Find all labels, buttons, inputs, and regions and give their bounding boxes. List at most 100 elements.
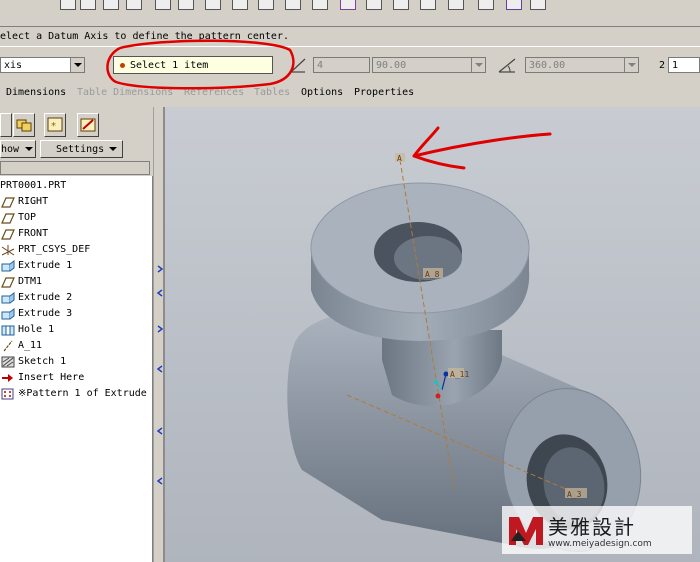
toolbar-icon[interactable] — [60, 0, 76, 10]
csys-x-point — [434, 380, 438, 384]
extrude-icon — [1, 260, 15, 272]
tab-dimensions[interactable]: Dimensions — [6, 87, 66, 98]
second-direction-count[interactable]: 1 — [668, 57, 700, 73]
graphics-viewport[interactable]: A A_8 A_11 A_3 — [163, 107, 700, 562]
pattern-icon — [1, 388, 14, 400]
show-menu-button[interactable]: how — [0, 140, 36, 158]
extrude-icon — [1, 292, 15, 304]
tree-item-label: PRT_CSYS_DEF — [18, 244, 91, 255]
chevron-left-icon — [156, 289, 163, 297]
extent-angle-select[interactable]: 360.00 — [525, 57, 639, 73]
toolbar-icon[interactable] — [155, 0, 171, 10]
watermark-title: 美雅設計 — [548, 515, 636, 539]
tab-properties[interactable]: Properties — [354, 87, 414, 98]
chevron-right-icon — [157, 325, 164, 333]
annotation-circle — [106, 39, 295, 90]
annotation-arrow — [412, 126, 552, 170]
toolbar-icon[interactable] — [340, 0, 356, 10]
tree-item-top[interactable]: TOP — [0, 210, 152, 226]
chevron-left-icon — [156, 477, 163, 485]
navigator-tab-model-tree[interactable] — [0, 113, 12, 137]
csys-icon — [1, 245, 15, 256]
axis-label-a11: A_11 — [450, 370, 469, 379]
toolbar-icon[interactable] — [103, 0, 119, 10]
extrude-icon — [1, 308, 15, 320]
first-count-value: 4 — [317, 60, 324, 71]
tab-options[interactable]: Options — [301, 87, 343, 98]
chevron-left-icon — [156, 365, 163, 373]
datum-plane-icon — [1, 277, 15, 288]
tree-item-right[interactable]: RIGHT — [0, 194, 152, 210]
angle-increment-value: 90.00 — [376, 60, 407, 71]
second-direction-label: 2 — [659, 60, 666, 71]
main-toolbar — [0, 0, 700, 27]
toolbar-icon[interactable] — [420, 0, 436, 10]
toolbar-icon[interactable] — [478, 0, 494, 10]
show-menu-label: how — [1, 144, 20, 155]
toolbar-icon[interactable] — [530, 0, 546, 10]
chevron-down-icon[interactable] — [70, 58, 84, 72]
watermark-url: www.meiyadesign.com — [548, 539, 652, 549]
tree-item-extrude-2[interactable]: Extrude 2 — [0, 290, 152, 306]
datum-axis-icon — [3, 340, 13, 352]
tree-item-label: ※Pattern 1 of Extrude — [18, 388, 147, 399]
folder-icon — [16, 119, 32, 132]
toolbar-icon[interactable] — [232, 0, 248, 10]
tree-item-pattern-1[interactable]: ※Pattern 1 of Extrude — [0, 386, 152, 402]
settings-menu-button[interactable]: Settings — [40, 140, 123, 158]
tree-item-sketch-1[interactable]: Sketch 1 — [0, 354, 152, 370]
navigator-tab-connections[interactable] — [77, 113, 99, 137]
chevron-down-icon[interactable] — [471, 58, 485, 72]
hole-icon — [1, 325, 15, 336]
tree-item-label: TOP — [18, 212, 37, 223]
3d-model[interactable]: A A_8 A_11 A_3 — [165, 107, 700, 562]
tree-item-front[interactable]: FRONT — [0, 226, 152, 242]
tree-item-extrude-3[interactable]: Extrude 3 — [0, 306, 152, 322]
tree-item-label: Extrude 2 — [18, 292, 73, 303]
toolbar-icon[interactable] — [506, 0, 522, 10]
datum-plane-icon — [1, 229, 15, 240]
tree-item-label: Sketch 1 — [18, 356, 67, 367]
tree-item-label: RIGHT — [18, 196, 49, 207]
chevron-down-icon — [109, 147, 117, 151]
tree-item-a11[interactable]: A_11 — [0, 338, 152, 354]
toolbar-icon[interactable] — [205, 0, 221, 10]
tree-item-label: DTM1 — [18, 276, 43, 287]
toolbar-icon[interactable] — [258, 0, 274, 10]
navigator-tab-folder[interactable] — [13, 113, 35, 137]
tree-item-label: Insert Here — [18, 372, 85, 383]
tree-item-extrude-1[interactable]: Extrude 1 — [0, 258, 152, 274]
angle-increment-select[interactable]: 90.00 — [372, 57, 486, 73]
chevron-down-icon — [25, 147, 33, 151]
tree-item-dtm1[interactable]: DTM1 — [0, 274, 152, 290]
datum-plane-icon — [1, 213, 15, 224]
navigator-tab-favorites[interactable]: * — [44, 113, 66, 137]
toolbar-icon[interactable] — [312, 0, 328, 10]
tree-item-insert-here[interactable]: Insert Here — [0, 370, 152, 386]
extent-angle-icon — [498, 58, 516, 73]
chevron-down-icon[interactable] — [624, 58, 638, 72]
toolbar-icon[interactable] — [126, 0, 142, 10]
toolbar-icon[interactable] — [178, 0, 194, 10]
tree-item-hole-1[interactable]: Hole 1 — [0, 322, 152, 338]
toolbar-icon[interactable] — [366, 0, 382, 10]
svg-text:*: * — [51, 121, 56, 132]
toolbar-icon[interactable] — [393, 0, 409, 10]
tree-item-label: Extrude 1 — [18, 260, 73, 271]
chevron-left-icon — [156, 427, 163, 435]
insert-arrow-icon — [2, 374, 13, 382]
first-count-field[interactable]: 4 — [313, 57, 370, 73]
csys-y-point — [443, 371, 449, 377]
toolbar-icon[interactable] — [448, 0, 464, 10]
tree-item-label: Hole 1 — [18, 324, 55, 335]
chevron-right-icon — [157, 265, 164, 273]
tree-item-part[interactable]: PRT0001.PRT — [0, 178, 152, 194]
toolbar-icon[interactable] — [285, 0, 301, 10]
tree-item-csys[interactable]: PRT_CSYS_DEF — [0, 242, 152, 258]
settings-menu-label: Settings — [56, 144, 105, 155]
tree-item-label: Extrude 3 — [18, 308, 73, 319]
model-tree[interactable]: PRT0001.PRT RIGHT TOP FRONT PRT_CSYS_DEF… — [0, 176, 153, 562]
toolbar-icon[interactable] — [80, 0, 96, 10]
axis-label-a8: A_8 — [425, 270, 440, 279]
pattern-type-select[interactable]: xis — [0, 57, 85, 73]
